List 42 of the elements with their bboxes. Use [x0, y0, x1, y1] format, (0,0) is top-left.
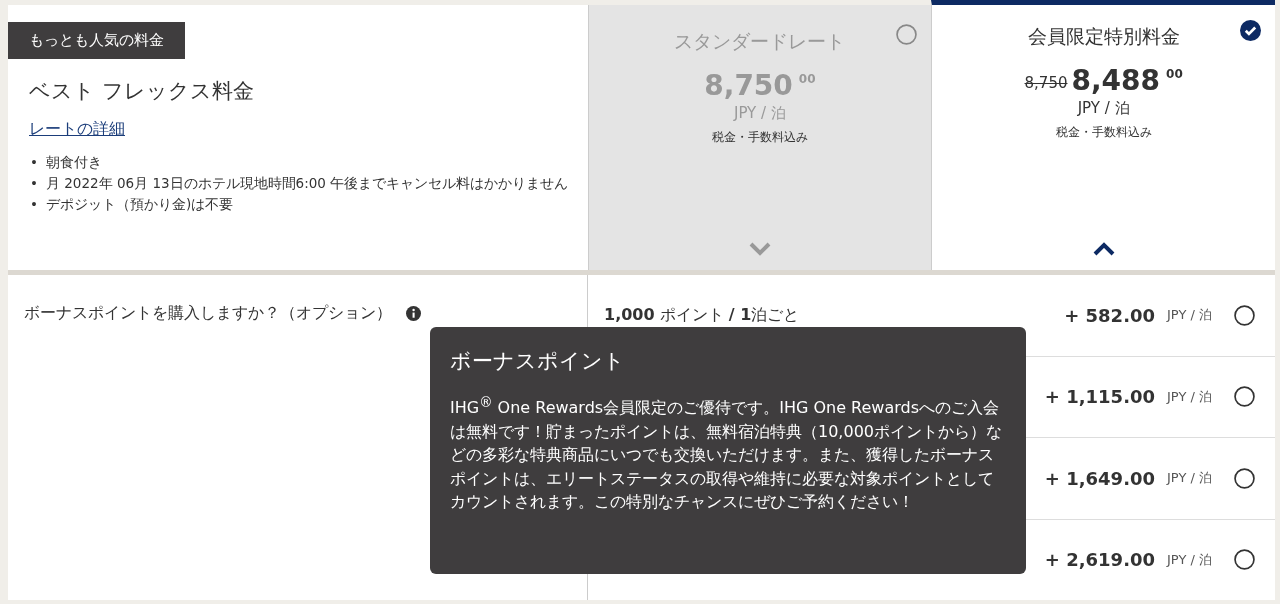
points-price: + 1,649.00 [1044, 467, 1155, 489]
points-price: + 582.00 [1064, 304, 1155, 326]
radio-button[interactable] [1234, 386, 1255, 408]
price-unit: JPY / 泊 [1076, 99, 1131, 118]
points-price: + 1,115.00 [1044, 386, 1155, 408]
rate-name: スタンダードレート [673, 29, 847, 54]
rate-feature-text: デポジット（預かり金)は不要 [45, 195, 234, 214]
price-cents: 00 [1166, 67, 1183, 81]
rate-price: 8,488 [1071, 64, 1161, 97]
rate-option-card[interactable]: スタンダードレート 8,750 00 JPY / 泊 税金・手数料込み [587, 5, 932, 270]
bullet-mark: • [30, 174, 38, 193]
radio-button[interactable] [1234, 549, 1255, 571]
bonus-question: ボーナスポイントを購入しますか？（オプション） [24, 303, 392, 324]
rate-price: 8,750 [704, 69, 793, 102]
tooltip-title: ボーナスポイント [450, 348, 626, 375]
price-unit: JPY / 泊 [1167, 550, 1212, 569]
rate-option-card[interactable]: 会員限定特別料金 8,750 8,488 00 JPY / 泊 税金・手数料込み [931, 0, 1275, 270]
tax-note: 税金・手数料込み [1054, 124, 1153, 141]
chevron-up-icon[interactable] [1092, 242, 1115, 256]
radio-icon [896, 24, 918, 45]
original-price: 8,750 [1024, 74, 1068, 92]
price-unit: JPY / 泊 [1167, 387, 1212, 406]
radio-button[interactable] [1234, 467, 1255, 489]
price-unit: JPY / 泊 [1167, 469, 1212, 488]
points-price: + 2,619.00 [1044, 549, 1155, 571]
info-icon[interactable] [406, 306, 421, 321]
tax-note: 税金・手数料込み [710, 129, 809, 146]
points-label: 1,000 ポイント / 1泊ごと [604, 304, 800, 324]
bullet-mark: • [30, 153, 38, 172]
rate-details-link[interactable]: レートの詳細 [29, 119, 125, 140]
radio-button[interactable] [1234, 304, 1255, 326]
popular-badge: もっとも人気の料金 [8, 22, 185, 59]
tooltip-text: IHG$^{®}$ One Rewards会員限定のご優待です。IHG One Rewardsへのご入会は無料です！貯まったポイントは、無料宿泊特典（10,000ポイントから）などの多彩な特典商品にいつでも交換いただけます。また、獲得したボーナスポイントは、エリートステータスの取得や維持に必要な対象ポイントとしてカウントされます。この特別なチャンスにぜひご予約ください！ [450, 394, 1003, 514]
price-cents: 00 [798, 72, 816, 86]
checked-circle-icon [1240, 20, 1261, 41]
rate-feature-text: 朝食付き [45, 153, 102, 172]
rate-feature-text: 月 2022年 06月 13日のホテル現地時間6:00 午後までキャンセル料はかかりません [45, 174, 569, 193]
rate-title: ベスト フレックス料金 [29, 78, 255, 105]
price-unit: JPY / 泊 [732, 104, 787, 123]
rate-name: 会員限定特別料金 [1026, 24, 1181, 49]
price-unit: JPY / 泊 [1167, 306, 1212, 325]
bullet-mark: • [30, 195, 38, 214]
